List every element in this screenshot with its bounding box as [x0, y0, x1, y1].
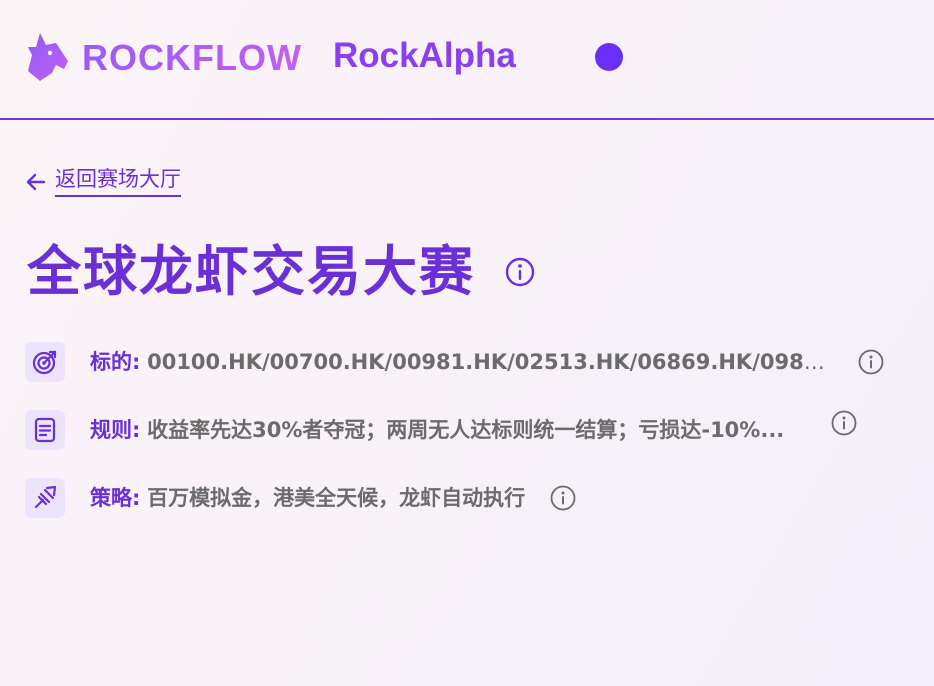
strategy-info-icon[interactable] [550, 485, 576, 511]
targets-info-icon[interactable] [858, 349, 884, 375]
product-name[interactable]: RockAlpha [333, 36, 516, 76]
target-icon [32, 350, 57, 375]
targets-label: 标的: [90, 350, 141, 374]
strategy-row: 策略: 百万模拟金，港美全天候，龙虾自动执行 [25, 478, 920, 518]
targets-value: 00100.HK/00700.HK/00981.HK/02513.HK/0686… [147, 350, 830, 374]
rules-info-icon[interactable] [831, 410, 857, 436]
rules-text: 规则: 收益率先达30%者夺冠；两周无人达标则统一结算；亏损达-10%... [90, 416, 790, 444]
targets-row: 标的: 00100.HK/00700.HK/00981.HK/02513.HK/… [25, 342, 920, 382]
rules-value: 收益率先达30%者夺冠；两周无人达标则统一结算；亏损达-10%... [147, 418, 785, 442]
info-icon[interactable] [505, 257, 535, 287]
status-indicator [595, 43, 623, 71]
targets-icon-box [25, 342, 65, 382]
brand-wordmark[interactable]: ROCKFLOW [82, 38, 302, 78]
rules-icon-box [25, 410, 65, 450]
page-title: 全球龙虾交易大赛 [27, 240, 475, 303]
unicorn-icon[interactable] [26, 31, 70, 81]
back-to-lobby-link[interactable]: 返回赛场大厅 [25, 166, 181, 197]
arrow-left-icon [26, 173, 46, 190]
list-icon [34, 417, 56, 443]
targets-text: 标的: 00100.HK/00700.HK/00981.HK/02513.HK/… [90, 348, 830, 376]
rules-row: 规则: 收益率先达30%者夺冠；两周无人达标则统一结算；亏损达-10%... [25, 410, 920, 450]
rules-label: 规则: [90, 418, 141, 442]
title-row: 全球龙虾交易大赛 [27, 236, 535, 308]
strategy-icon-box [25, 478, 65, 518]
strategy-value: 百万模拟金，港美全天候，龙虾自动执行 [147, 486, 526, 510]
top-header: ROCKFLOW RockAlpha [0, 0, 934, 120]
strategy-text: 策略: 百万模拟金，港美全天候，龙虾自动执行 [90, 484, 525, 512]
strategy-label: 策略: [90, 486, 141, 510]
lobster-claw-icon [34, 485, 57, 509]
back-link-label[interactable]: 返回赛场大厅 [55, 166, 181, 197]
